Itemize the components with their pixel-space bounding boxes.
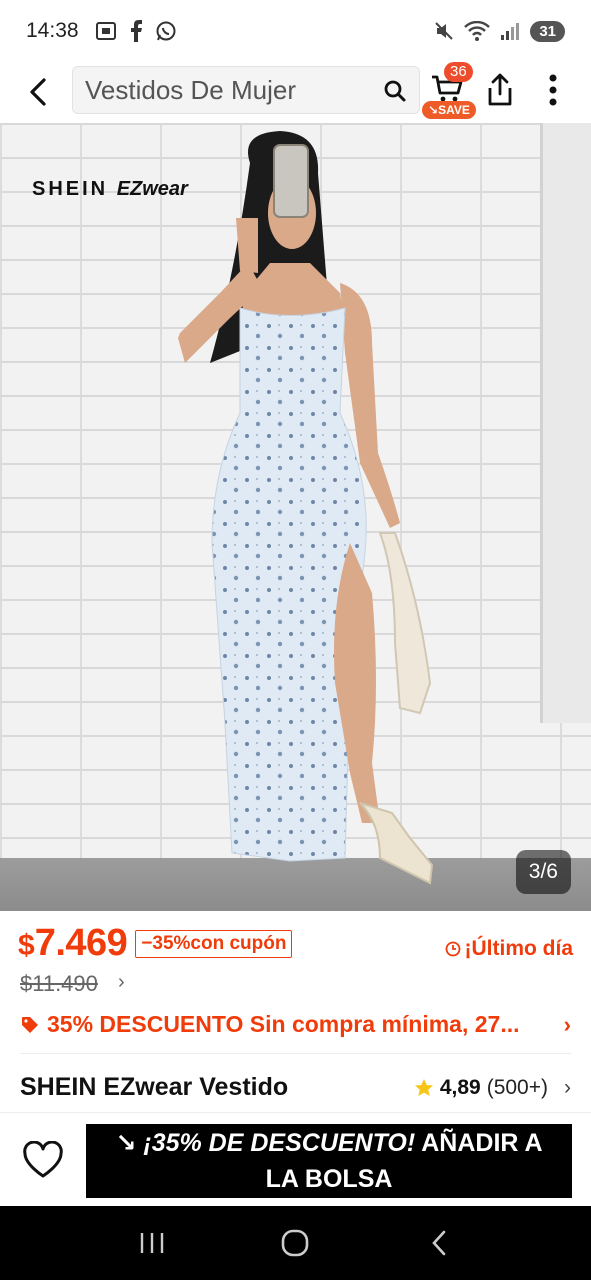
- divider: [20, 1053, 571, 1054]
- coupon-tag[interactable]: −35%con cupón: [135, 930, 293, 958]
- promo-row[interactable]: 35% DESCUENTO Sin compra mínima, 27... ›: [20, 1011, 571, 1038]
- chevron-right-icon: ›: [563, 1011, 571, 1037]
- rating-value: 4,89: [439, 1075, 481, 1099]
- action-bar: ↘ ¡35% DE DESCUENTO! AÑADIR A LA BOLSA: [0, 1112, 591, 1206]
- save-label: SAVE: [438, 103, 470, 117]
- product-photo-model: [178, 131, 434, 885]
- search-icon[interactable]: [383, 79, 407, 103]
- current-price: 7.469: [34, 922, 128, 964]
- brand-logo-sub: EZwear: [116, 178, 188, 200]
- recent-apps-icon: [140, 1233, 164, 1253]
- add-button-promo: ¡35% DE DESCUENTO!: [143, 1129, 416, 1157]
- rating[interactable]: 4,89 (500+) ›: [414, 1076, 571, 1100]
- last-day-label: ¡Último día: [445, 937, 574, 961]
- tag-icon: [22, 1016, 38, 1033]
- image-counter: 3/6: [515, 850, 571, 894]
- home-button[interactable]: [275, 1223, 315, 1263]
- brand-logo: SHEIN EZwear: [32, 178, 188, 201]
- wifi-icon: [464, 21, 491, 41]
- recent-apps-button[interactable]: [132, 1223, 172, 1263]
- screenshot-icon: [95, 22, 116, 40]
- android-navigation-bar: [0, 1206, 591, 1280]
- back-chevron-icon: [432, 1230, 446, 1256]
- home-icon: [282, 1229, 309, 1257]
- promo-text: 35% DESCUENTO Sin compra mínima, 27...: [47, 1011, 520, 1037]
- status-right: 31: [434, 20, 565, 42]
- share-icon: [488, 73, 512, 106]
- add-to-bag-button[interactable]: ↘ ¡35% DE DESCUENTO! AÑADIR A LA BOLSA: [86, 1124, 572, 1198]
- save-badge: ↘SAVE: [422, 101, 476, 119]
- chevron-right-icon[interactable]: ›: [118, 971, 125, 994]
- price-row: $ 7.469 −35%con cupón: [18, 922, 293, 965]
- more-options-button[interactable]: [538, 72, 568, 112]
- clock-icon: [445, 941, 460, 957]
- product-title: SHEIN EZwear Vestido: [20, 1073, 289, 1101]
- signal-icon: [501, 23, 520, 40]
- search-input[interactable]: Vestidos De Mujer: [72, 66, 420, 114]
- back-arrow-icon: [30, 78, 46, 106]
- review-count: (500+): [486, 1075, 548, 1099]
- heart-icon: [23, 1140, 63, 1178]
- status-left-icons: [95, 20, 177, 42]
- trend-down-icon: ↘: [115, 1129, 144, 1157]
- status-time: 14:38: [26, 19, 79, 42]
- brand-logo-main: SHEIN: [32, 178, 109, 200]
- facebook-icon: [130, 20, 142, 42]
- whatsapp-icon: [156, 21, 176, 41]
- share-button[interactable]: [484, 72, 520, 112]
- chevron-right-icon: ›: [564, 1075, 571, 1099]
- cart-count-badge: 36: [444, 62, 473, 82]
- search-text: Vestidos De Mujer: [85, 74, 296, 105]
- more-vertical-icon: [549, 74, 557, 106]
- original-price[interactable]: $11.490: [20, 971, 98, 997]
- back-button[interactable]: [18, 72, 58, 112]
- product-image-carousel[interactable]: SHEIN EZwear 3/6: [0, 123, 591, 911]
- battery-indicator: 31: [530, 20, 565, 42]
- cart-button[interactable]: 36 ↘SAVE: [422, 62, 478, 120]
- price-currency-symbol: $: [18, 929, 35, 962]
- star-icon: [414, 1078, 433, 1096]
- system-back-button[interactable]: [419, 1223, 459, 1263]
- status-bar: 14:38 31: [0, 0, 591, 62]
- top-nav: Vestidos De Mujer 36 ↘SAVE: [0, 62, 591, 122]
- last-day-text: ¡Último día: [464, 937, 574, 960]
- save-arrow-icon: ↘: [428, 103, 439, 117]
- wishlist-button[interactable]: [22, 1140, 64, 1179]
- mute-icon: [435, 22, 454, 40]
- product-title-row: SHEIN EZwear Vestido 4,89 (500+) ›: [20, 1073, 571, 1102]
